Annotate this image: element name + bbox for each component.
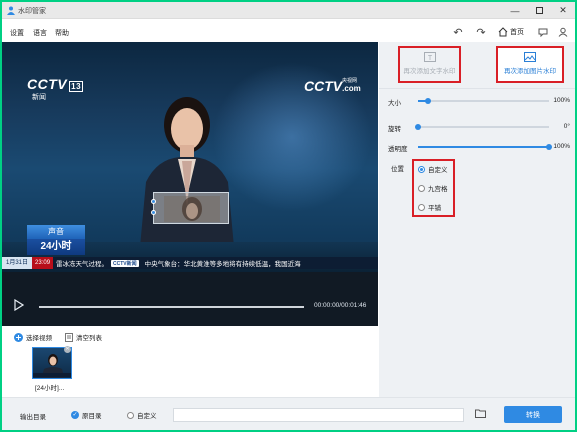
size-slider-row: 大小 100% xyxy=(388,96,570,107)
output-path-input[interactable] xyxy=(173,408,464,422)
user-icon[interactable] xyxy=(557,26,569,38)
home-button[interactable]: 首页 xyxy=(498,26,524,38)
size-label: 大小 xyxy=(388,100,401,107)
maximize-button[interactable] xyxy=(531,4,547,17)
chat-icon[interactable] xyxy=(537,26,549,38)
video-preview[interactable]: CCTV 13 新闻 CCTV.com 央视网 声音 24小时 1月31日 23… xyxy=(2,42,378,326)
play-icon[interactable] xyxy=(14,299,24,311)
window-title: 水印管家 xyxy=(18,8,46,15)
image-watermark-icon xyxy=(524,52,536,62)
rotate-label: 旋转 xyxy=(388,126,401,133)
undo-icon[interactable]: ↶ xyxy=(452,26,464,39)
position-option-custom[interactable]: 自定义 xyxy=(418,164,448,174)
add-icon xyxy=(14,332,23,342)
ticker-logo: CCTV新闻 xyxy=(111,259,139,267)
tab-text-label: 再次添加文字水印 xyxy=(403,68,456,75)
check-icon: ✓ xyxy=(71,411,79,419)
select-video-button[interactable]: 选择视频 xyxy=(14,332,52,342)
radio-custom[interactable] xyxy=(418,165,425,173)
position-label: 位置 xyxy=(391,166,404,173)
news-ticker: 1月31日 23:09 雷冰冻天气过程。 CCTV新闻 中央气象台：华北黄淮等多… xyxy=(2,257,378,269)
tab-image-label: 再次添加图片水印 xyxy=(504,68,556,75)
minimize-button[interactable]: — xyxy=(507,4,523,17)
ticker-text-2: 中央气象台：华北黄淮等多地将有持续低温，我国近海 xyxy=(144,261,301,268)
output-bar: 输出目录 ✓ 原目录 自定义 转换 xyxy=(2,397,575,430)
home-label: 首页 xyxy=(510,29,524,36)
player-controls: 00:00:00/00:01:46 xyxy=(2,272,378,326)
app-logo-icon xyxy=(7,6,15,15)
menu-settings[interactable]: 设置 xyxy=(10,28,24,38)
convert-button[interactable]: 转换 xyxy=(504,406,562,423)
file-toolbar: 选择视频 清空列表 xyxy=(2,326,378,346)
channel-logo-left-sub: 新闻 xyxy=(32,94,46,101)
file-name: [24小时]... xyxy=(35,385,65,392)
ticker-text-1: 雷冰冻天气过程。 xyxy=(56,261,109,268)
watermark-settings-panel: T 再次添加文字水印 再次添加图片水印 大小 100% 旋转 0° 透明度 10… xyxy=(379,42,575,397)
title-bar: 水印管家 — ✕ xyxy=(2,2,575,19)
maximize-icon xyxy=(535,7,543,14)
ticker-date: 1月31日 xyxy=(2,257,33,269)
progress-bar[interactable] xyxy=(39,306,304,308)
opacity-label: 透明度 xyxy=(388,146,408,153)
home-icon xyxy=(498,27,508,37)
opacity-slider[interactable] xyxy=(418,144,552,150)
opacity-slider-knob[interactable] xyxy=(546,144,552,150)
clear-list-icon xyxy=(65,332,73,342)
video-frame: CCTV 13 新闻 CCTV.com 央视网 声音 24小时 1月31日 23… xyxy=(2,42,378,272)
rotate-slider[interactable] xyxy=(415,124,549,130)
redo-icon[interactable]: ↷ xyxy=(475,26,487,39)
radio-output-custom[interactable] xyxy=(127,411,134,419)
size-slider-knob[interactable] xyxy=(425,98,432,104)
ticker-time: 23:09 xyxy=(32,257,54,269)
radio-tile[interactable] xyxy=(418,203,425,211)
menu-help[interactable]: 帮助 xyxy=(55,28,69,38)
rotate-value: 0° xyxy=(563,123,570,130)
tab-add-text-watermark[interactable]: T 再次添加文字水印 xyxy=(398,46,461,83)
output-option-custom[interactable]: 自定义 xyxy=(127,410,157,420)
folder-icon[interactable] xyxy=(475,409,487,421)
menu-language[interactable]: 语言 xyxy=(33,28,47,38)
position-option-grid[interactable]: 九宫格 xyxy=(418,183,448,193)
time-display: 00:00:00/00:01:46 xyxy=(314,302,367,309)
output-option-original[interactable]: ✓ 原目录 xyxy=(71,410,102,420)
size-slider[interactable] xyxy=(418,98,549,104)
rotate-slider-knob[interactable] xyxy=(415,124,421,130)
tab-add-image-watermark[interactable]: 再次添加图片水印 xyxy=(496,46,564,83)
position-option-tile[interactable]: 平铺 xyxy=(418,202,441,212)
watermark-selection-box[interactable] xyxy=(153,192,229,224)
remove-file-icon[interactable]: ✕ xyxy=(64,346,71,353)
opacity-value: 100% xyxy=(553,143,570,150)
close-button[interactable]: ✕ xyxy=(555,4,571,17)
opacity-slider-row: 透明度 100% xyxy=(388,142,570,153)
watermark-rotate-handle[interactable] xyxy=(151,210,156,215)
svg-text:T: T xyxy=(427,55,432,62)
rotate-slider-row: 旋转 0° xyxy=(388,122,570,133)
app-window: 水印管家 — ✕ 设置 语言 帮助 ↶ ↷ 首页 CCTV 13 新闻 CCTV… xyxy=(2,2,575,430)
file-list: ✕ [24小时]... xyxy=(2,346,378,397)
text-watermark-icon: T xyxy=(423,52,436,62)
clear-list-button[interactable]: 清空列表 xyxy=(65,332,102,342)
channel-logo-left: CCTV 13 xyxy=(27,76,84,92)
watermark-image xyxy=(164,196,220,222)
radio-grid[interactable] xyxy=(418,184,425,192)
channel-logo-right-sub: 央视网 xyxy=(342,78,358,84)
menu-bar: 设置 语言 帮助 ↶ ↷ 首页 xyxy=(2,20,575,42)
watermark-resize-handle[interactable] xyxy=(151,199,156,204)
position-options: 自定义 九宫格 平铺 xyxy=(412,159,455,217)
size-value: 100% xyxy=(553,97,570,104)
output-dir-label: 输出目录 xyxy=(20,414,46,421)
